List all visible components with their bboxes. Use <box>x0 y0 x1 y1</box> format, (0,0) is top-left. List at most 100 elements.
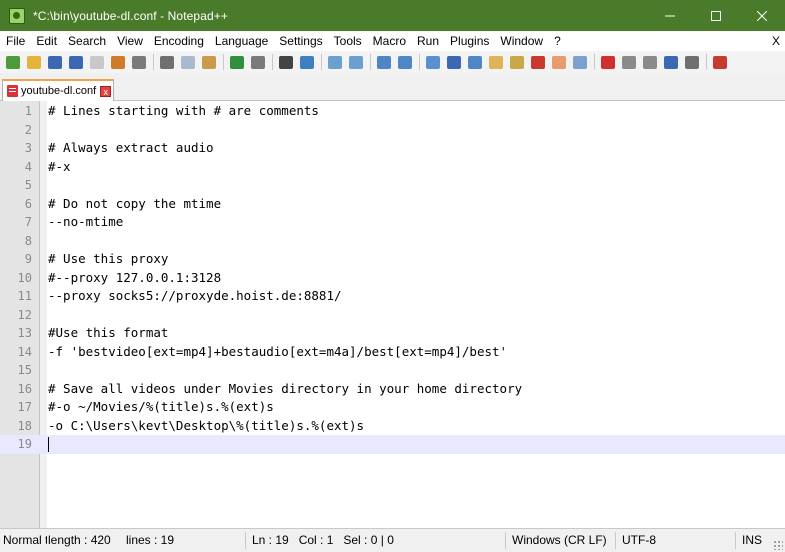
editor-area[interactable]: 1 # Lines starting with # are comments 2 3 #… <box>0 101 785 528</box>
line-number: 9 <box>24 252 32 266</box>
zoom-in-button[interactable] <box>326 53 344 71</box>
tab-youtube-dl-conf[interactable]: youtube-dl.conf x <box>2 79 114 101</box>
line-text[interactable]: #Use this format <box>48 324 168 343</box>
status-insert-mode[interactable]: INS <box>742 529 772 552</box>
menu-search[interactable]: Search <box>62 31 111 51</box>
monitoring-button[interactable] <box>571 53 589 71</box>
line-text[interactable]: #--proxy 127.0.0.1:3128 <box>48 269 221 288</box>
folder-workspace-button[interactable] <box>550 53 568 71</box>
editor-line[interactable]: 14 -f 'bestvideo[ext=mp4]+bestaudio[ext=m… <box>0 343 785 362</box>
line-number: 16 <box>17 381 32 396</box>
save-button[interactable] <box>46 53 64 71</box>
editor-line[interactable]: 12 <box>0 306 785 325</box>
print-button[interactable] <box>130 53 148 71</box>
editor-line[interactable]: 8 <box>0 232 785 251</box>
editor-line[interactable]: 10 #--proxy 127.0.0.1:3128 <box>0 269 785 288</box>
line-text[interactable]: #-x <box>48 158 71 177</box>
playback-button[interactable] <box>641 53 659 71</box>
toolbar-separator <box>706 54 707 70</box>
close-file-button[interactable] <box>88 53 106 71</box>
indent-guide-button[interactable] <box>466 53 484 71</box>
editor-line[interactable]: 9 # Use this proxy <box>0 250 785 269</box>
sync-vertical-button[interactable] <box>375 53 393 71</box>
line-text[interactable]: -f 'bestvideo[ext=mp4]+bestaudio[ext=m4a… <box>48 343 507 362</box>
menu-plugins[interactable]: Plugins <box>444 31 494 51</box>
minimize-button[interactable] <box>647 0 693 31</box>
menu-encoding[interactable]: Encoding <box>148 31 209 51</box>
editor-line[interactable]: 13 #Use this format <box>0 324 785 343</box>
line-text[interactable]: # Do not copy the mtime <box>48 195 221 214</box>
line-text[interactable]: --proxy socks5://proxyde.hoist.de:8881/ <box>48 287 342 306</box>
editor-line[interactable]: 3 # Always extract audio <box>0 139 785 158</box>
menu-edit[interactable]: Edit <box>30 31 62 51</box>
resize-grip-icon[interactable] <box>773 540 783 550</box>
editor-line[interactable]: 15 <box>0 361 785 380</box>
line-number: 13 <box>17 326 32 340</box>
redo-button[interactable] <box>249 53 267 71</box>
line-text[interactable]: # Lines starting with # are comments <box>48 102 319 121</box>
sync-horizontal-button[interactable] <box>396 53 414 71</box>
menu-tools[interactable]: Tools <box>328 31 367 51</box>
save-macro-button[interactable] <box>683 53 701 71</box>
spell-check-button[interactable] <box>711 53 729 71</box>
editor-line[interactable]: 7 --no-mtime <box>0 213 785 232</box>
line-text[interactable]: # Use this proxy <box>48 250 168 269</box>
close-all-button[interactable] <box>109 53 127 71</box>
close-icon <box>757 10 767 21</box>
notepadpp-app-icon[interactable] <box>9 7 25 24</box>
status-encoding[interactable]: UTF-8 <box>622 529 722 552</box>
line-text[interactable]: # Save all videos under Movies directory… <box>48 380 522 399</box>
open-file-button[interactable] <box>25 53 43 71</box>
line-text[interactable]: # Always extract audio <box>48 139 214 158</box>
line-text[interactable]: #-o ~/Movies/%(title)s.%(ext)s <box>48 398 274 417</box>
function-list-button[interactable] <box>529 53 547 71</box>
close-button[interactable] <box>739 0 785 31</box>
close-document-x[interactable]: X <box>772 31 780 51</box>
undo-button[interactable] <box>228 53 246 71</box>
maximize-button[interactable] <box>693 0 739 31</box>
paste-button[interactable] <box>200 53 218 71</box>
editor-line[interactable]: 16 # Save all videos under Movies directo… <box>0 380 785 399</box>
title-bar[interactable]: *C:\bin\youtube-dl.conf - Notepad++ <box>0 0 785 31</box>
menu-window[interactable]: Window <box>494 31 548 51</box>
status-lines: lines : 19 <box>126 533 175 547</box>
cut-button[interactable] <box>158 53 176 71</box>
user-language-button[interactable] <box>487 53 505 71</box>
find-button[interactable] <box>277 53 295 71</box>
unsaved-file-icon <box>7 85 18 97</box>
menu-settings[interactable]: Settings <box>273 31 327 51</box>
editor-line[interactable]: 11 --proxy socks5://proxyde.hoist.de:8881… <box>0 287 785 306</box>
document-map-button[interactable] <box>508 53 526 71</box>
editor-line[interactable]: 2 <box>0 121 785 140</box>
line-text[interactable]: -o C:\Users\kevt\Desktop\%(title)s.%(ext… <box>48 417 364 436</box>
word-wrap-button[interactable] <box>424 53 442 71</box>
editor-line[interactable]: 6 # Do not copy the mtime <box>0 195 785 214</box>
line-text[interactable]: --no-mtime <box>48 213 123 232</box>
new-file-button[interactable] <box>4 53 22 71</box>
save-all-button[interactable] <box>67 53 85 71</box>
editor-line[interactable]: 19 <box>0 435 785 454</box>
run-macro-multiple-button[interactable] <box>662 53 680 71</box>
menu-macro[interactable]: Macro <box>367 31 411 51</box>
line-number: 1 <box>24 104 32 118</box>
menu-run[interactable]: Run <box>411 31 444 51</box>
replace-button[interactable] <box>298 53 316 71</box>
menu-file[interactable]: File <box>0 31 30 51</box>
status-eol[interactable]: Windows (CR LF) <box>512 529 612 552</box>
copy-button[interactable] <box>179 53 197 71</box>
zoom-out-button[interactable] <box>347 53 365 71</box>
tab-close-icon[interactable]: x <box>100 85 112 97</box>
menu-help[interactable]: ? <box>548 31 566 51</box>
menu-language[interactable]: Language <box>209 31 273 51</box>
record-macro-button[interactable] <box>599 53 617 71</box>
editor-line[interactable]: 5 <box>0 176 785 195</box>
editor-line[interactable]: 17 #-o ~/Movies/%(title)s.%(ext)s <box>0 398 785 417</box>
status-separator <box>245 532 246 549</box>
show-all-chars-button[interactable] <box>445 53 463 71</box>
editor-line[interactable]: 18 -o C:\Users\kevt\Desktop\%(title)s.%(e… <box>0 417 785 436</box>
stop-record-button[interactable] <box>620 53 638 71</box>
editor-line[interactable]: 1 # Lines starting with # are comments <box>0 102 785 121</box>
editor-line[interactable]: 4 #-x <box>0 158 785 177</box>
menu-view[interactable]: View <box>111 31 148 51</box>
status-separator <box>615 532 616 549</box>
